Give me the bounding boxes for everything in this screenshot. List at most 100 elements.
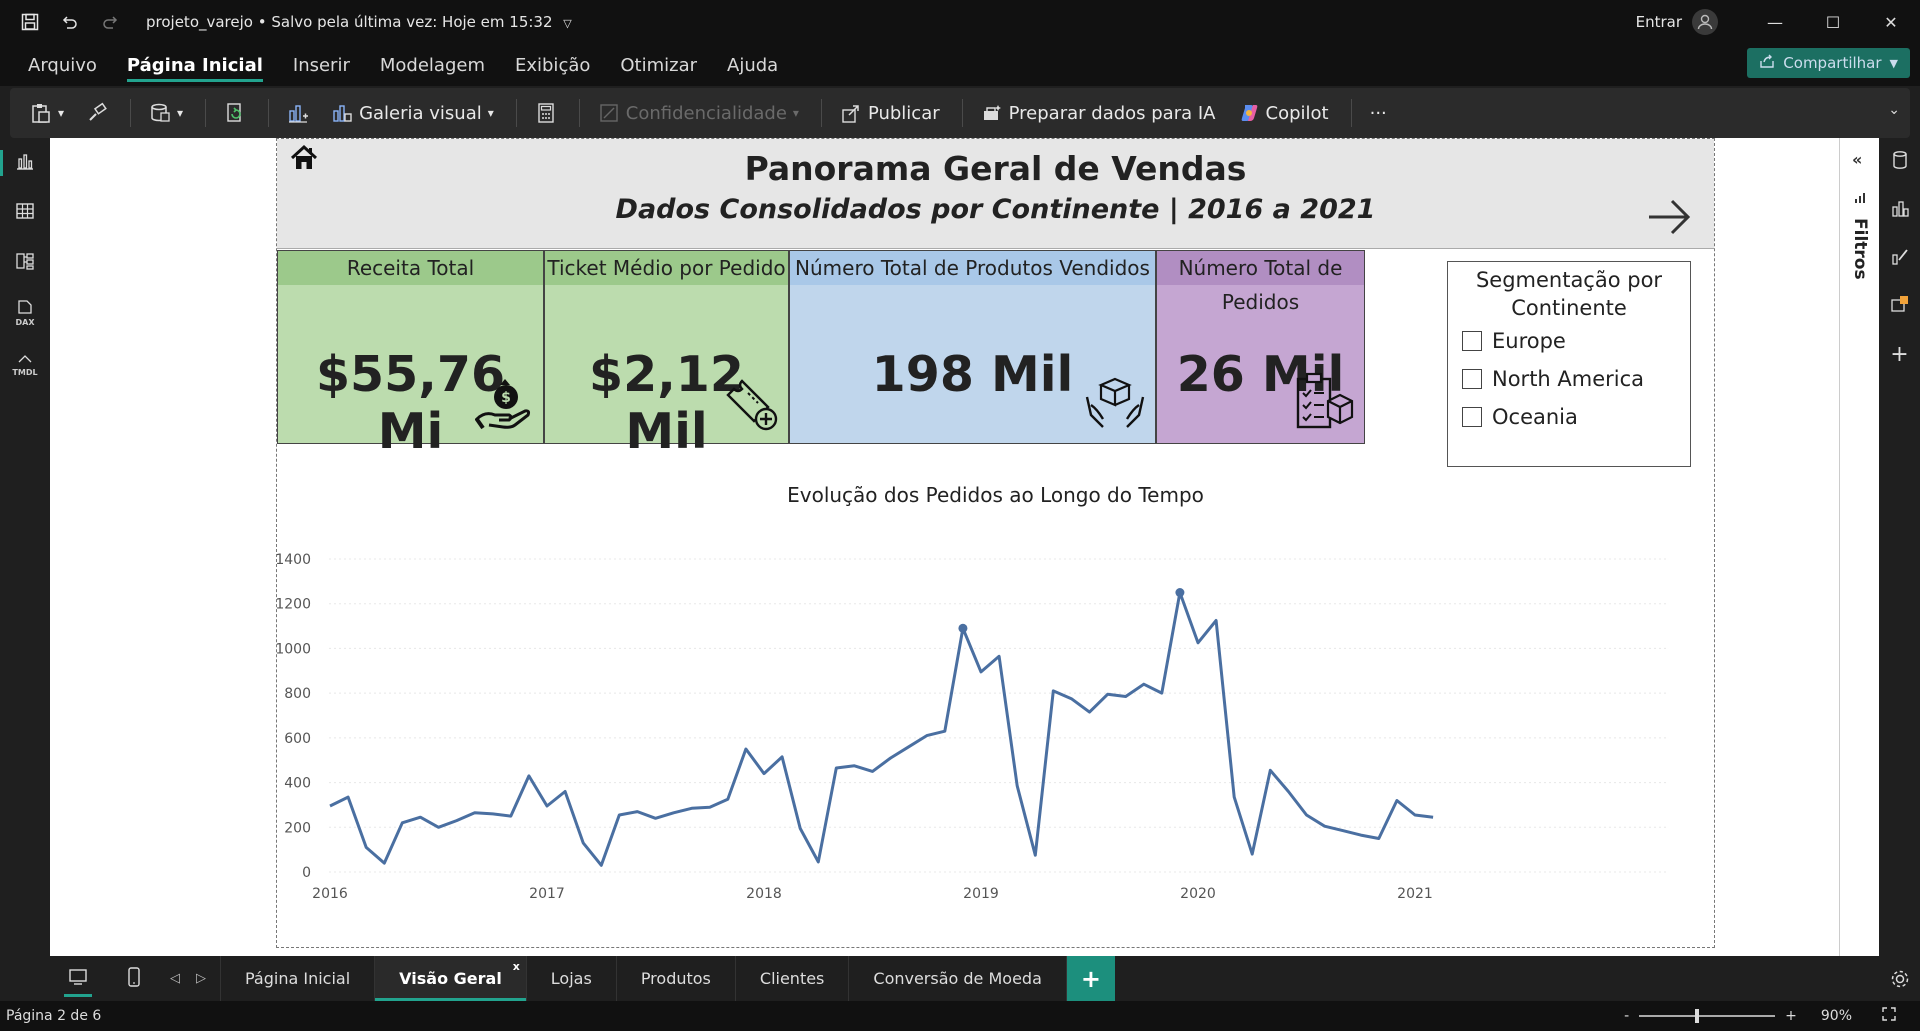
add-page-button[interactable]: + bbox=[1066, 956, 1115, 1001]
slicer-option-europe[interactable]: Europe bbox=[1462, 322, 1690, 360]
model-view-button[interactable] bbox=[0, 238, 50, 288]
menu-exibicao[interactable]: Exibição bbox=[515, 44, 590, 86]
data-point-marker[interactable] bbox=[958, 623, 968, 633]
sensitivity-button[interactable]: Confidencialidade ▾ bbox=[598, 93, 799, 133]
chevron-down-icon[interactable]: ▽ bbox=[563, 17, 571, 30]
visual-gallery-button[interactable]: Galeria visual ▾ bbox=[331, 93, 494, 133]
paint-chart-icon bbox=[1890, 246, 1910, 270]
report-header: Panorama Geral de Vendas Dados Consolida… bbox=[277, 139, 1714, 249]
arrow-right-icon[interactable] bbox=[1646, 197, 1692, 241]
mobile-layout-button[interactable] bbox=[106, 956, 162, 1001]
y-tick-label: 1000 bbox=[277, 641, 311, 657]
zoom-out-button[interactable]: - bbox=[1624, 1008, 1629, 1024]
copilot-button[interactable]: Copilot bbox=[1238, 93, 1329, 133]
maximize-button[interactable]: ☐ bbox=[1804, 0, 1862, 44]
publish-icon bbox=[840, 102, 862, 124]
tab-scroll-right-icon[interactable]: ▷ bbox=[188, 971, 214, 986]
slicer-option-north-america[interactable]: North America bbox=[1462, 360, 1690, 398]
menu-ajuda[interactable]: Ajuda bbox=[727, 44, 778, 86]
tab-scroll-left-icon[interactable]: ◁ bbox=[162, 971, 188, 986]
menu-inserir[interactable]: Inserir bbox=[293, 44, 350, 86]
menu-pagina-inicial[interactable]: Página Inicial bbox=[126, 44, 263, 86]
data-pane-button[interactable] bbox=[1879, 138, 1920, 186]
zoom-in-button[interactable]: + bbox=[1785, 1008, 1797, 1024]
slicer-title-line2: Continente bbox=[1511, 296, 1627, 320]
kpi-card-total-pedidos[interactable]: Número Total de Pedidos 26 Mil bbox=[1156, 250, 1365, 444]
kpi-card-receita[interactable]: Receita Total $55,76 Mi $ bbox=[277, 250, 544, 460]
checkbox[interactable] bbox=[1462, 369, 1482, 389]
phone-icon bbox=[127, 966, 141, 991]
menu-arquivo[interactable]: Arquivo bbox=[28, 44, 97, 86]
share-button[interactable]: Compartilhar ▼ bbox=[1747, 48, 1910, 78]
desktop-layout-button[interactable] bbox=[50, 956, 106, 1001]
refresh-button[interactable] bbox=[224, 93, 246, 133]
y-tick-label: 400 bbox=[284, 776, 311, 792]
report-canvas[interactable]: Panorama Geral de Vendas Dados Consolida… bbox=[50, 138, 1839, 956]
checkbox[interactable] bbox=[1462, 331, 1482, 351]
signin-link[interactable]: Entrar bbox=[1636, 13, 1682, 31]
report-subtitle: Dados Consolidados por Continente | 2016… bbox=[615, 194, 1376, 225]
kpi-card-produtos-vendidos[interactable]: Número Total de Produtos Vendidos 198 Mi… bbox=[789, 250, 1156, 444]
tab-conversao-de-moeda[interactable]: Conversão de Moeda bbox=[848, 956, 1067, 1001]
new-visual-button[interactable] bbox=[287, 93, 309, 133]
close-icon[interactable]: x bbox=[513, 960, 520, 973]
bookmarks-pane-button[interactable] bbox=[1879, 282, 1920, 330]
settings-gear-icon[interactable] bbox=[1879, 956, 1920, 1001]
visualizations-pane-button[interactable] bbox=[1879, 186, 1920, 234]
chevron-down-icon: ▾ bbox=[487, 106, 494, 120]
slicer-title-line1: Segmentação por bbox=[1475, 268, 1663, 292]
bookmark-icon bbox=[1890, 294, 1910, 318]
report-view-button[interactable] bbox=[0, 138, 50, 188]
tab-produtos[interactable]: Produtos bbox=[615, 956, 735, 1001]
copilot-label: Copilot bbox=[1265, 102, 1329, 124]
tab-clientes[interactable]: Clientes bbox=[734, 956, 849, 1001]
close-button[interactable]: ✕ bbox=[1862, 0, 1920, 44]
plus-icon: + bbox=[1890, 341, 1909, 367]
slicer-option-oceania[interactable]: Oceania bbox=[1462, 398, 1690, 436]
zoom-level: 90% bbox=[1820, 1008, 1852, 1024]
tab-visao-geral[interactable]: Visão Geral x bbox=[374, 956, 526, 1001]
checkbox[interactable] bbox=[1462, 407, 1482, 427]
tab-lojas[interactable]: Lojas bbox=[525, 956, 616, 1001]
get-data-button[interactable]: ▾ bbox=[149, 93, 183, 133]
orders-line-chart[interactable]: 0 200 400 600 800 1000 1200 1400 2016 2017 2018 201… bbox=[277, 509, 1714, 945]
save-icon[interactable] bbox=[18, 10, 42, 34]
visualizations-icon bbox=[1890, 198, 1910, 222]
filters-pane[interactable]: « Filtros bbox=[1839, 138, 1879, 956]
kpi-label: Número Total de Produtos Vendidos bbox=[790, 251, 1155, 285]
slicer-title: Segmentação por Continente bbox=[1448, 266, 1690, 322]
fit-page-icon[interactable] bbox=[1882, 1007, 1896, 1025]
hands-box-icon bbox=[1083, 375, 1147, 435]
chevrons-left-icon[interactable]: « bbox=[1852, 150, 1862, 169]
publish-button[interactable]: Publicar bbox=[840, 93, 940, 133]
zoom-slider-thumb[interactable] bbox=[1695, 1009, 1700, 1023]
undo-icon[interactable] bbox=[58, 10, 82, 34]
menu-otimizar[interactable]: Otimizar bbox=[620, 44, 697, 86]
minimize-button[interactable]: — bbox=[1746, 0, 1804, 44]
sensitivity-label: Confidencialidade bbox=[625, 102, 787, 124]
ribbon-separator bbox=[268, 99, 270, 127]
share-icon bbox=[1759, 53, 1775, 73]
dax-query-view-button[interactable]: DAX bbox=[0, 288, 50, 338]
menu-modelagem[interactable]: Modelagem bbox=[380, 44, 485, 86]
kpi-card-ticket-medio[interactable]: Ticket Médio por Pedido $2,12 Mil bbox=[544, 250, 789, 460]
zoom-slider[interactable] bbox=[1639, 1009, 1776, 1023]
redo-icon[interactable] bbox=[98, 10, 122, 34]
more-options-button[interactable]: ··· bbox=[1370, 93, 1387, 133]
prep-data-label: Preparar dados para IA bbox=[1008, 102, 1216, 124]
format-pane-button[interactable] bbox=[1879, 234, 1920, 282]
chevron-down-icon[interactable]: ⌄ bbox=[1888, 102, 1900, 118]
table-view-button[interactable] bbox=[0, 188, 50, 238]
tab-pagina-inicial[interactable]: Página Inicial bbox=[220, 956, 374, 1001]
paste-button[interactable]: ▾ bbox=[30, 93, 64, 133]
data-point-marker[interactable] bbox=[1175, 588, 1185, 598]
add-pane-button[interactable]: + bbox=[1879, 330, 1920, 378]
series-line[interactable] bbox=[329, 591, 1434, 867]
document-title[interactable]: projeto_varejo • Salvo pela última vez: … bbox=[146, 13, 572, 31]
status-bar: Página 2 de 6 - + 90% bbox=[0, 1001, 1920, 1031]
format-painter-button[interactable] bbox=[86, 93, 108, 133]
prep-data-ai-button[interactable]: Preparar dados para IA bbox=[981, 93, 1216, 133]
calculator-button[interactable] bbox=[535, 93, 557, 133]
user-avatar-icon[interactable] bbox=[1692, 9, 1718, 35]
tmdl-view-button[interactable]: TMDL bbox=[0, 338, 50, 388]
